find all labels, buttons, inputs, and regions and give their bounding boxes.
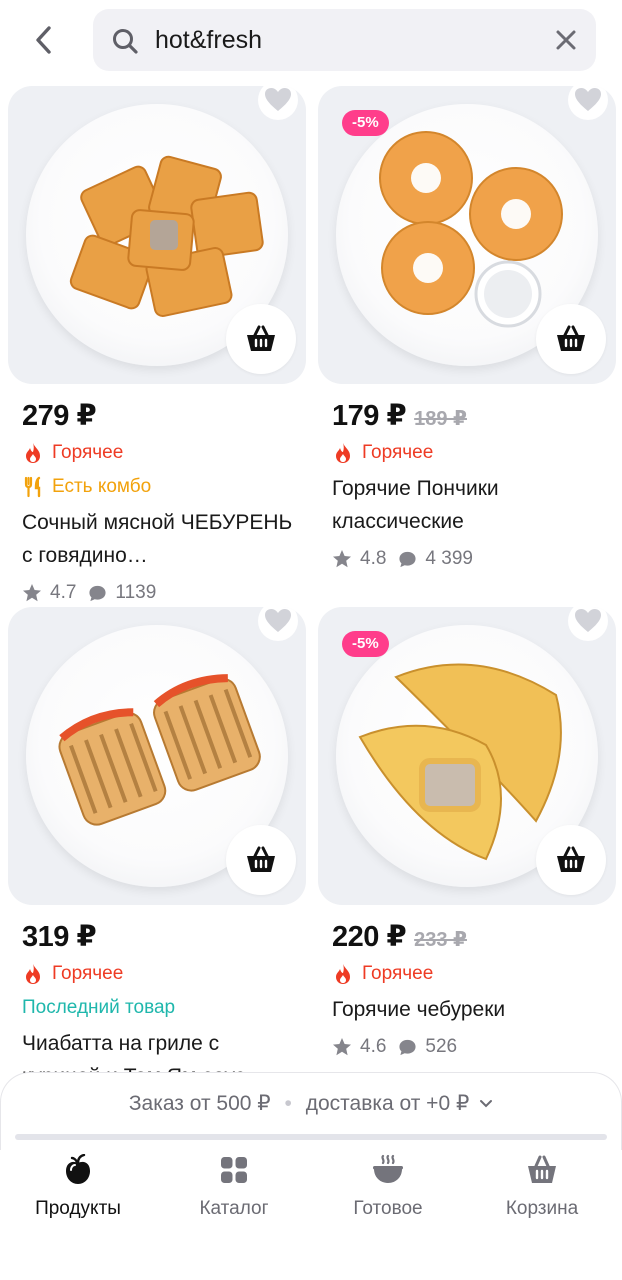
tab-cart[interactable]: Корзина <box>472 1154 612 1234</box>
fork-knife-icon <box>24 476 41 498</box>
last-item-tag: Последний товар <box>22 993 306 1023</box>
favorite-button[interactable] <box>568 607 608 641</box>
add-to-cart-button[interactable] <box>536 304 606 374</box>
star-icon <box>333 550 351 568</box>
hot-tag: Горячее <box>332 438 616 468</box>
favorite-button[interactable] <box>258 86 298 120</box>
hot-tag-label: Горячее <box>52 442 124 463</box>
close-icon[interactable] <box>554 28 578 52</box>
tab-catalog[interactable]: Каталог <box>164 1154 304 1234</box>
fire-icon <box>26 964 40 984</box>
add-to-cart-button[interactable] <box>226 304 296 374</box>
old-price: 189 ₽ <box>414 408 467 430</box>
hot-tag: Горячее <box>22 959 306 989</box>
heart-icon <box>265 88 291 111</box>
basket-icon <box>528 1155 556 1183</box>
comment-icon <box>399 551 416 567</box>
bottom-tab-bar: Продукты Каталог Готовое Корзина <box>0 1150 622 1280</box>
heart-icon <box>265 609 291 632</box>
tab-label: Готовое <box>353 1198 423 1219</box>
apple-icon <box>66 1154 90 1184</box>
product-price: 179 ₽ <box>332 400 407 432</box>
last-item-label: Последний товар <box>22 997 176 1018</box>
reviews-count: 526 <box>425 1036 458 1057</box>
tab-products[interactable]: Продукты <box>8 1154 148 1234</box>
add-to-cart-button[interactable] <box>226 825 296 895</box>
search-header <box>0 0 622 84</box>
add-to-cart-button[interactable] <box>536 825 606 895</box>
product-image[interactable]: -5% <box>318 607 616 905</box>
product-price: 220 ₽ <box>332 921 407 953</box>
favorite-button[interactable] <box>568 86 608 120</box>
hot-tag: Горячее <box>332 959 616 989</box>
rating-value: 4.8 <box>360 548 387 569</box>
basket-icon <box>247 846 275 872</box>
product-image[interactable] <box>8 607 306 905</box>
hot-tag-label: Горячее <box>52 963 124 984</box>
hot-tag-label: Горячее <box>362 442 434 463</box>
product-title: Сочный мясной ЧЕБУРЕНЬ с говядино… <box>22 511 293 567</box>
product-card[interactable]: -5% 179 ₽ 189 ₽ Горячее Горячие Пончики … <box>318 86 616 574</box>
product-rating: 4.8 4 399 <box>332 544 616 574</box>
fire-icon <box>336 964 350 984</box>
reviews-count: 4 399 <box>425 548 473 569</box>
order-summary-text[interactable]: Заказ от 500 ₽ • доставка от +0 ₽ <box>1 1091 621 1116</box>
tab-label: Продукты <box>35 1198 121 1219</box>
product-card[interactable]: 319 ₽ Горячее Последний товар Чиабатта н… <box>8 607 306 1093</box>
comment-icon <box>399 1039 416 1055</box>
heart-icon <box>575 88 601 111</box>
product-card[interactable]: 279 ₽ Горячее Есть комбо Сочный мясной Ч… <box>8 86 306 608</box>
star-icon <box>23 584 41 602</box>
hot-tag-label: Горячее <box>362 963 434 984</box>
product-rating: 4.7 1139 <box>22 578 306 608</box>
tab-ready-food[interactable]: Готовое <box>318 1154 458 1234</box>
separator-dot: • <box>284 1092 292 1115</box>
fire-icon <box>26 443 40 463</box>
order-progress-bar <box>15 1134 607 1140</box>
basket-icon <box>557 325 585 351</box>
product-price: 279 ₽ <box>22 400 97 432</box>
basket-icon <box>557 846 585 872</box>
product-price: 319 ₽ <box>22 921 97 953</box>
product-title: Горячие Пончики классические <box>332 477 499 533</box>
chevron-down-icon <box>480 1100 493 1108</box>
product-rating: 4.6 526 <box>332 1032 616 1062</box>
rating-value: 4.6 <box>360 1036 387 1057</box>
chevron-left-icon <box>36 26 51 54</box>
product-title: Горячие чебуреки <box>332 998 506 1021</box>
favorite-button[interactable] <box>258 607 298 641</box>
fire-icon <box>336 443 350 463</box>
discount-badge: -5% <box>342 631 389 657</box>
hot-dish-icon <box>373 1154 403 1183</box>
grid-icon <box>221 1157 247 1183</box>
search-field[interactable] <box>93 9 596 71</box>
star-icon <box>333 1038 351 1056</box>
reviews-count: 1139 <box>115 582 157 603</box>
back-button[interactable] <box>26 22 62 58</box>
product-image[interactable]: -5% <box>318 86 616 384</box>
old-price: 233 ₽ <box>414 929 467 951</box>
comment-icon <box>89 585 106 601</box>
delivery-text: доставка от +0 ₽ <box>305 1092 470 1115</box>
hot-tag: Горячее <box>22 438 306 468</box>
combo-tag-label: Есть комбо <box>52 476 152 497</box>
heart-icon <box>575 609 601 632</box>
min-order-text: Заказ от 500 ₽ <box>128 1092 271 1115</box>
search-icon <box>113 29 138 54</box>
tab-label: Корзина <box>505 1198 579 1219</box>
product-card[interactable]: -5% 220 ₽ 233 ₽ Горячее Горячие чебуреки… <box>318 607 616 1062</box>
search-input[interactable] <box>155 21 535 59</box>
basket-icon <box>247 325 275 351</box>
product-image[interactable] <box>8 86 306 384</box>
discount-badge: -5% <box>342 110 389 136</box>
rating-value: 4.7 <box>50 582 77 603</box>
combo-tag: Есть комбо <box>22 472 306 502</box>
order-summary-bar[interactable]: Заказ от 500 ₽ • доставка от +0 ₽ <box>0 1072 622 1150</box>
tab-label: Каталог <box>199 1198 269 1219</box>
